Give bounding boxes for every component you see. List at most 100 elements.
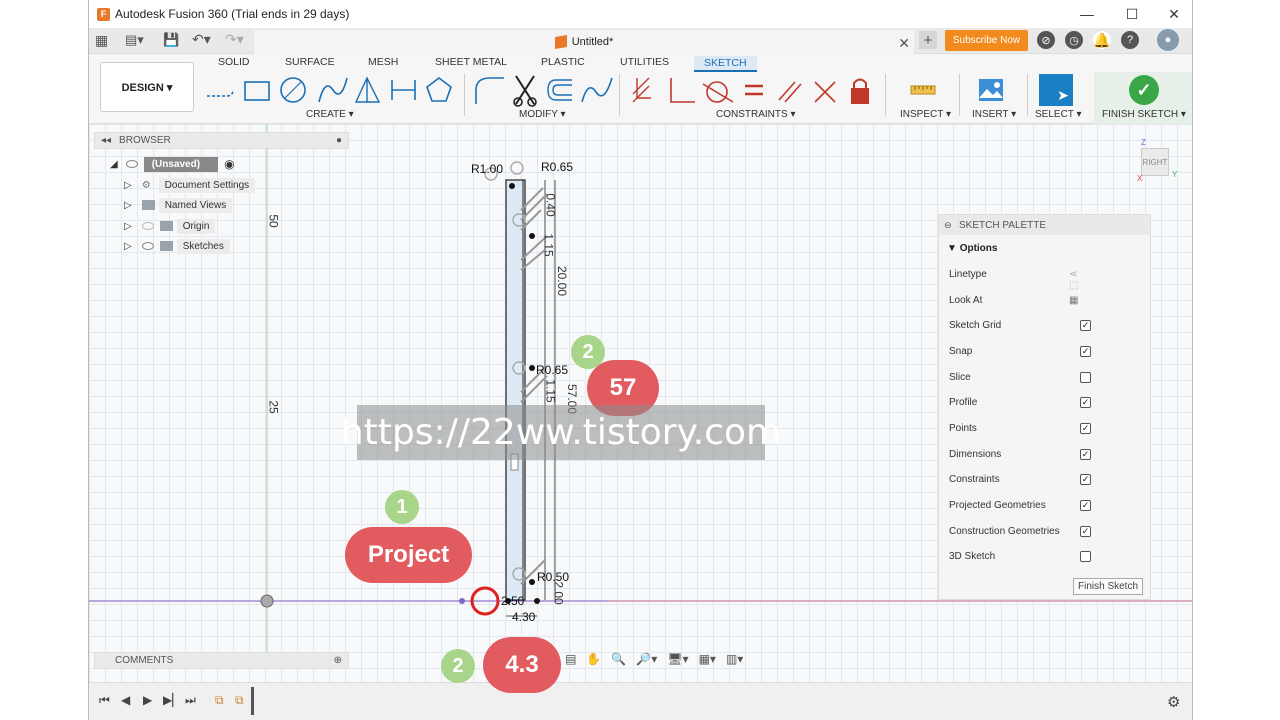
projected-geometries-checkbox[interactable]: ✓ xyxy=(1080,500,1091,511)
go-to-start-icon[interactable]: ⏮ xyxy=(99,693,110,708)
grid-settings-icon[interactable]: ▦▾ xyxy=(699,652,716,670)
select-tool-icon[interactable]: ➤ xyxy=(1039,74,1073,106)
subscribe-now-button[interactable]: Subscribe Now xyxy=(945,30,1028,51)
equal-constraint-icon[interactable] xyxy=(745,84,763,96)
file-menu-icon[interactable]: ▤▾ xyxy=(125,32,144,48)
fillet-tool-icon[interactable] xyxy=(475,77,504,104)
step-back-icon[interactable]: ◀ xyxy=(121,693,130,707)
extensions-icon[interactable]: ⊘ xyxy=(1037,31,1055,49)
dimension-250[interactable]: 2.50 xyxy=(501,594,524,608)
close-tab-icon[interactable]: ✕ xyxy=(898,35,910,52)
coincident-constraint-icon[interactable] xyxy=(632,77,651,103)
visibility-eye-icon[interactable] xyxy=(141,242,154,250)
timeline-settings-gear-icon[interactable]: ⚙ xyxy=(1167,693,1180,711)
construction-geometries-checkbox[interactable]: ✓ xyxy=(1080,526,1091,537)
constraints-checkbox[interactable]: ✓ xyxy=(1080,474,1091,485)
maximize-button[interactable]: ☐ xyxy=(1112,0,1152,28)
modify-menu[interactable]: MODIFY ▾ xyxy=(519,109,566,120)
create-menu[interactable]: CREATE ▾ xyxy=(306,109,354,120)
polygon-tool-icon[interactable] xyxy=(391,80,416,100)
zoom-icon[interactable]: 🔍 xyxy=(611,652,626,670)
tab-surface[interactable]: SURFACE xyxy=(285,56,335,68)
tab-solid[interactable]: SOLID xyxy=(218,56,250,68)
browser-item-named-views[interactable]: ▷ Named Views xyxy=(124,196,233,214)
fix-constraint-icon[interactable] xyxy=(851,78,869,105)
viewcube[interactable]: RIGHT xyxy=(1141,148,1169,176)
comments-header[interactable]: COMMENTS ⊕ xyxy=(94,652,349,669)
arc-tool-icon[interactable] xyxy=(318,77,348,103)
spline-tool-icon[interactable] xyxy=(581,77,613,103)
timeline-marker[interactable] xyxy=(251,687,254,715)
sketch-grid-checkbox[interactable]: ✓ xyxy=(1080,320,1091,331)
tab-mesh[interactable]: MESH xyxy=(368,56,398,68)
constraints-menu[interactable]: CONSTRAINTS ▾ xyxy=(716,109,795,120)
sketch-palette-header[interactable]: ⊖ SKETCH PALETTE xyxy=(939,215,1150,235)
display-settings-icon[interactable]: 🖥▾ xyxy=(667,652,688,670)
linetype-icon[interactable]: ⋖ ⬚ xyxy=(1069,269,1078,291)
circle-tool-icon[interactable] xyxy=(280,77,306,103)
dimension-200[interactable]: 2.00 xyxy=(552,581,566,604)
tab-sheet-metal[interactable]: SHEET METAL xyxy=(435,56,507,68)
snap-checkbox[interactable]: ✓ xyxy=(1080,346,1091,357)
dimension-2000[interactable]: 20.00 xyxy=(555,266,569,296)
help-icon[interactable]: ? xyxy=(1121,31,1139,49)
notifications-icon[interactable]: 🔔 xyxy=(1093,31,1111,49)
pentagon-tool-icon[interactable] xyxy=(426,77,452,102)
save-icon[interactable]: 💾 xyxy=(163,32,179,48)
rectangle-tool-icon[interactable] xyxy=(244,81,270,101)
activate-radio-icon[interactable]: ◉ xyxy=(224,157,234,171)
trim-tool-icon[interactable] xyxy=(513,75,537,107)
parallel-constraint-icon[interactable] xyxy=(778,81,802,103)
job-status-icon[interactable]: ◷ xyxy=(1065,31,1083,49)
browser-item-document-settings[interactable]: ▷ ⚙ Document Settings xyxy=(124,176,256,194)
tab-utilities[interactable]: UTILITIES xyxy=(620,56,669,68)
step-forward-icon[interactable]: ▶▏ xyxy=(163,693,181,707)
finish-sketch-button[interactable]: Finish Sketch xyxy=(1073,578,1143,595)
hidden-eye-icon[interactable] xyxy=(141,222,154,230)
timeline-sketch-icon[interactable]: ⧉ xyxy=(215,693,224,708)
tangent-constraint-icon[interactable] xyxy=(702,81,734,103)
dimension-430[interactable]: 4.30 xyxy=(512,610,535,624)
pan-icon[interactable]: ✋ xyxy=(586,652,601,670)
select-menu[interactable]: SELECT ▾ xyxy=(1035,109,1082,120)
options-section[interactable]: ▼ Options xyxy=(947,243,997,254)
inspect-menu[interactable]: INSPECT ▾ xyxy=(900,109,951,120)
add-comment-icon[interactable]: ⊕ xyxy=(334,655,342,666)
insert-image-icon[interactable] xyxy=(977,76,1005,104)
look-at-icon[interactable]: ▦ xyxy=(1069,295,1078,306)
browser-item-sketches[interactable]: ▷ Sketches xyxy=(124,237,230,255)
measure-icon[interactable] xyxy=(909,76,937,104)
go-to-end-icon[interactable]: ⏭ xyxy=(185,693,196,708)
dimension-040[interactable]: 0.40 xyxy=(544,193,558,216)
insert-menu[interactable]: INSERT ▾ xyxy=(972,109,1016,120)
workspace-design-button[interactable]: DESIGN ▾ xyxy=(100,62,194,112)
dimension-r1[interactable]: R1.00 xyxy=(471,162,503,176)
slice-checkbox[interactable] xyxy=(1080,372,1091,383)
viewports-icon[interactable]: ▥▾ xyxy=(726,652,743,670)
tab-sketch[interactable]: SKETCH xyxy=(694,56,757,72)
document-tab[interactable]: Untitled* ✕ xyxy=(254,30,914,54)
triangle-tool-icon[interactable] xyxy=(354,76,381,103)
redo-icon[interactable]: ↷▾ xyxy=(225,31,244,48)
close-window-button[interactable]: ✕ xyxy=(1154,0,1192,28)
look-at-nav-icon[interactable]: ▤ xyxy=(565,652,576,670)
timeline-sketch-icon[interactable]: ⧉ xyxy=(235,693,244,708)
user-avatar[interactable]: ● xyxy=(1157,29,1179,51)
play-icon[interactable]: ▶ xyxy=(143,693,152,707)
profile-checkbox[interactable]: ✓ xyxy=(1080,397,1091,408)
zoom-window-icon[interactable]: 🔎▾ xyxy=(636,652,657,670)
browser-root-item[interactable]: ◢ (Unsaved) ◉ xyxy=(110,155,235,173)
perpendicular-constraint-icon[interactable] xyxy=(670,78,695,103)
dimensions-checkbox[interactable]: ✓ xyxy=(1080,449,1091,460)
visibility-eye-icon[interactable] xyxy=(125,160,138,168)
collapse-icon[interactable]: ⊖ xyxy=(944,220,952,231)
finish-sketch-menu[interactable]: FINISH SKETCH ▾ xyxy=(1102,109,1186,120)
browser-header[interactable]: ◂◂ BROWSER ● xyxy=(94,132,349,149)
dimension-115-mid[interactable]: 1.15 xyxy=(544,379,558,402)
midpoint-constraint-icon[interactable] xyxy=(814,81,836,103)
new-tab-button[interactable]: + xyxy=(919,31,937,49)
data-panel-grid-icon[interactable]: ▦ xyxy=(95,32,108,49)
dimension-r065-top[interactable]: R0.65 xyxy=(541,160,573,174)
browser-item-origin[interactable]: ▷ Origin xyxy=(124,217,216,235)
dimension-115-top[interactable]: 1.15 xyxy=(542,233,556,256)
